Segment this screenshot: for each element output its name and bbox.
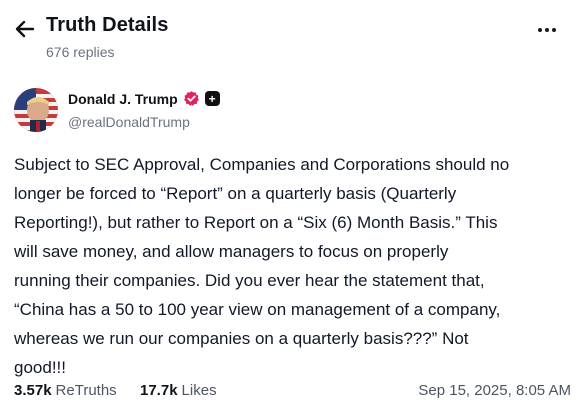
verified-badge-icon — [183, 90, 200, 107]
post-body-text: Subject to SEC Approval, Companies and C… — [14, 155, 510, 377]
author-handle[interactable]: @realDonaldTrump — [68, 114, 190, 130]
arrow-left-icon — [15, 20, 35, 38]
page-title: Truth Details — [46, 14, 169, 36]
retruths-count: 3.57k — [14, 382, 52, 399]
plus-badge-icon: + — [204, 91, 220, 106]
truth-details-page: Truth Details 676 replies Donald J. Trum… — [0, 0, 584, 411]
likes-label: Likes — [181, 382, 217, 399]
avatar[interactable] — [14, 88, 58, 132]
page-header: Truth Details 676 replies — [0, 0, 584, 72]
likes-count: 17.7k — [140, 382, 178, 399]
author-name-row: Donald J. Trump + — [68, 90, 220, 107]
back-button[interactable] — [10, 14, 40, 44]
more-options-button[interactable] — [532, 18, 562, 42]
author-name[interactable]: Donald J. Trump — [68, 91, 178, 107]
post-timestamp: Sep 15, 2025, 8:05 AM — [418, 382, 571, 399]
retruths-stat[interactable]: 3.57k ReTruths — [14, 382, 117, 399]
more-horizontal-icon — [538, 28, 542, 32]
retruths-label: ReTruths — [55, 382, 117, 399]
replies-count: 676 replies — [46, 44, 115, 60]
likes-stat[interactable]: 17.7k Likes — [140, 382, 217, 399]
